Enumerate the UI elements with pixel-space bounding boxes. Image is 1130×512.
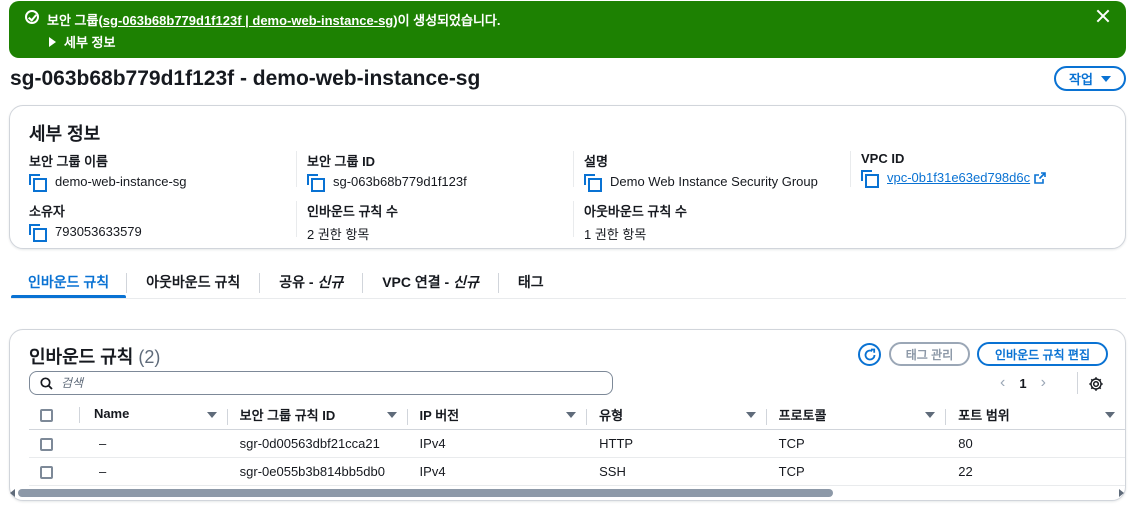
cell-port-range: 80 bbox=[945, 429, 1125, 458]
manage-tags-button[interactable]: 태그 관리 bbox=[889, 342, 970, 366]
scroll-left-icon[interactable] bbox=[10, 489, 15, 497]
rules-count: (2) bbox=[138, 347, 161, 367]
inbound-rules-table: Name 보안 그룹 규칙 ID IP 버전 유형 프로토콜 포트 범위 – s… bbox=[29, 401, 1125, 486]
external-link-icon bbox=[1034, 171, 1046, 184]
divider bbox=[1077, 372, 1078, 394]
select-all-cell bbox=[29, 401, 69, 430]
cell-rule-id: sgr-0e055b3b814bb5db0 bbox=[226, 457, 407, 486]
cell-ip-version: IPv4 bbox=[406, 429, 587, 458]
divider bbox=[296, 201, 297, 237]
sort-icon bbox=[1105, 411, 1115, 418]
edit-inbound-rules-button[interactable]: 인바운드 규칙 편집 bbox=[977, 342, 1108, 366]
row-checkbox[interactable] bbox=[40, 437, 53, 451]
select-all-checkbox[interactable] bbox=[40, 409, 53, 423]
divider bbox=[850, 151, 851, 187]
row-checkbox[interactable] bbox=[40, 465, 53, 479]
cell-ip-version: IPv4 bbox=[406, 457, 587, 486]
copy-icon[interactable] bbox=[307, 174, 325, 192]
caret-down-icon bbox=[1100, 75, 1111, 82]
copy-icon[interactable] bbox=[29, 174, 47, 192]
table-row[interactable]: – sgr-0d00563dbf21cca21 IPv4 HTTP TCP 80 bbox=[29, 429, 1125, 458]
refresh-icon bbox=[864, 348, 875, 360]
search-field[interactable] bbox=[29, 371, 613, 395]
tab-vpc-associations[interactable]: VPC 연결 - 신규 bbox=[363, 262, 498, 299]
column-header-type[interactable]: 유형 bbox=[586, 401, 766, 430]
flash-security-group-link[interactable]: sg-063b68b779d1f123f | demo-web-instance… bbox=[103, 13, 393, 28]
copy-icon[interactable] bbox=[584, 174, 602, 192]
column-header-rule-id[interactable]: 보안 그룹 규칙 ID bbox=[226, 401, 407, 430]
caret-right-icon bbox=[49, 37, 56, 47]
sort-icon bbox=[925, 411, 936, 418]
field-group-id: 보안 그룹 ID sg-063b68b779d1f123f bbox=[307, 154, 467, 192]
tabs-underline bbox=[11, 298, 1126, 299]
column-header-protocol[interactable]: 프로토콜 bbox=[765, 401, 946, 430]
field-owner: 소유자 793053633579 bbox=[29, 204, 142, 242]
search-input[interactable] bbox=[61, 376, 561, 390]
sort-icon bbox=[745, 411, 756, 418]
page-title: sg-063b68b779d1f123f - demo-web-instance… bbox=[10, 67, 481, 90]
inbound-rules-panel: 인바운드 규칙 (2) 태그 관리 인바운드 규칙 편집 ‹ 1 › Name … bbox=[9, 329, 1126, 501]
cell-protocol: TCP bbox=[765, 429, 946, 458]
copy-icon[interactable] bbox=[861, 170, 879, 188]
details-title: 세부 정보 bbox=[29, 124, 101, 144]
cell-rule-id: sgr-0d00563dbf21cca21 bbox=[226, 429, 407, 458]
cell-name: – bbox=[68, 457, 227, 486]
tab-sharing[interactable]: 공유 - 신규 bbox=[260, 262, 362, 299]
actions-button[interactable]: 작업 bbox=[1054, 66, 1126, 91]
field-inbound-count: 인바운드 규칙 수 2 권한 항목 bbox=[307, 204, 398, 242]
scroll-right-icon[interactable] bbox=[1119, 489, 1124, 497]
copy-icon[interactable] bbox=[29, 224, 47, 242]
refresh-button[interactable] bbox=[858, 343, 881, 366]
details-panel: 세부 정보 보안 그룹 이름 demo-web-instance-sg 보안 그… bbox=[9, 105, 1126, 249]
rules-title: 인바운드 규칙 (2) bbox=[29, 347, 161, 367]
flash-details-toggle[interactable]: 세부 정보 bbox=[49, 32, 115, 51]
close-icon[interactable] bbox=[1096, 9, 1110, 23]
divider bbox=[296, 151, 297, 187]
pagination: ‹ 1 › bbox=[1000, 374, 1046, 392]
horizontal-scrollbar[interactable] bbox=[10, 488, 1124, 498]
tab-inbound-rules[interactable]: 인바운드 규칙 bbox=[11, 262, 127, 299]
current-page-number[interactable]: 1 bbox=[1019, 376, 1026, 391]
field-group-name: 보안 그룹 이름 demo-web-instance-sg bbox=[29, 154, 187, 192]
field-vpc-id: VPC ID vpc-0b1f31e63ed798d6c bbox=[861, 151, 1046, 188]
success-flash-banner: 보안 그룹(sg-063b68b779d1f123f | demo-web-in… bbox=[9, 1, 1126, 58]
column-header-name[interactable]: Name bbox=[68, 401, 227, 430]
table-row[interactable]: – sgr-0e055b3b814bb5db0 IPv4 SSH TCP 22 bbox=[29, 457, 1125, 486]
vpc-id-link[interactable]: vpc-0b1f31e63ed798d6c bbox=[887, 170, 1030, 185]
scrollbar-thumb[interactable] bbox=[18, 489, 833, 497]
flash-message: 보안 그룹(sg-063b68b779d1f123f | demo-web-in… bbox=[47, 13, 501, 28]
cell-port-range: 22 bbox=[945, 457, 1125, 486]
tab-tags[interactable]: 태그 bbox=[499, 262, 563, 299]
divider bbox=[573, 151, 574, 187]
sort-icon bbox=[386, 411, 397, 418]
field-description: 설명 Demo Web Instance Security Group bbox=[584, 154, 818, 192]
cell-protocol: TCP bbox=[765, 457, 946, 486]
success-check-icon bbox=[25, 10, 39, 24]
column-header-port-range[interactable]: 포트 범위 bbox=[945, 401, 1125, 430]
sort-icon bbox=[566, 411, 577, 418]
sort-icon bbox=[206, 411, 217, 418]
search-icon bbox=[40, 376, 53, 390]
cell-type: HTTP bbox=[586, 429, 766, 458]
field-outbound-count: 아웃바운드 규칙 수 1 권한 항목 bbox=[584, 204, 687, 242]
gear-icon[interactable] bbox=[1088, 376, 1104, 392]
cell-name: – bbox=[68, 429, 227, 458]
previous-page-icon[interactable]: ‹ bbox=[1000, 374, 1005, 392]
next-page-icon[interactable]: › bbox=[1041, 374, 1046, 392]
cell-type: SSH bbox=[586, 457, 766, 486]
tab-list: 인바운드 규칙 아웃바운드 규칙 공유 - 신규 VPC 연결 - 신규 태그 bbox=[11, 262, 563, 299]
table-header-row: Name 보안 그룹 규칙 ID IP 버전 유형 프로토콜 포트 범위 bbox=[29, 401, 1125, 430]
tab-outbound-rules[interactable]: 아웃바운드 규칙 bbox=[127, 262, 259, 299]
column-header-ip-version[interactable]: IP 버전 bbox=[406, 401, 587, 430]
divider bbox=[573, 201, 574, 237]
